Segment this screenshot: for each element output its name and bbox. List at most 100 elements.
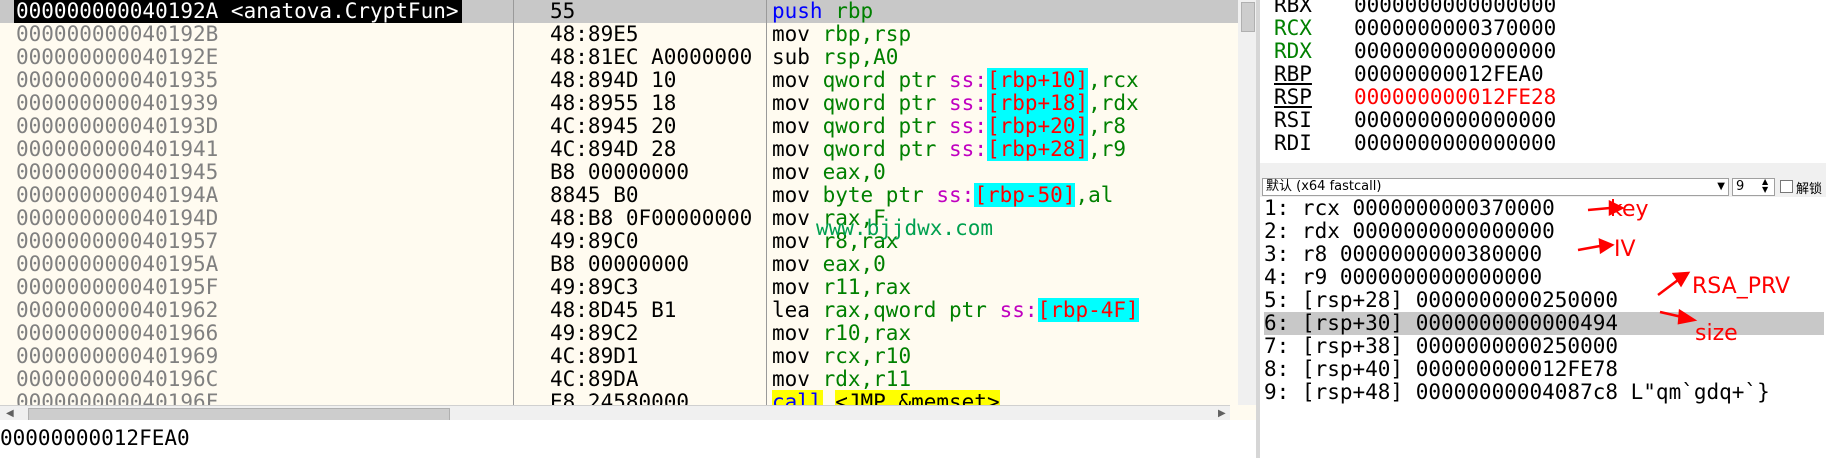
instruction-bytes: B8 00000000 [550,253,690,276]
chevron-down-icon[interactable]: ▼ [1717,179,1725,195]
arguments-panel[interactable]: 1: rcx 0000000000370000 2: rdx 0000000000… [1260,197,1826,458]
argument-row[interactable]: 1: rcx 0000000000370000 [1264,197,1824,220]
disasm-row[interactable]: 000000000040196C 4C:89DA mov rdx,r11 [0,368,1240,391]
calling-convention-select[interactable]: 默认 (x64 fastcall) ▼ [1262,178,1729,196]
operand-suffix: ,al [1075,183,1114,207]
argument-row[interactable]: 2: rdx 0000000000000000 [1264,220,1824,243]
instruction-bytes: 48:894D 10 [550,69,677,92]
column-divider [766,0,767,405]
instruction-bytes: 49:89C0 [550,230,639,253]
scroll-thumb[interactable] [1241,2,1255,32]
disasm-vertical-scrollbar[interactable] [1238,0,1256,405]
arg-count-spinner[interactable]: ▲ ▼ [1762,178,1774,194]
argument-row[interactable]: 8: [rsp+40] 000000000012FE78 [1264,358,1824,381]
instruction-address: 000000000040192E [16,45,219,69]
scroll-left-icon[interactable]: ◀ [6,408,14,419]
mnemonic: mov [772,91,810,115]
instruction-address: 0000000000401966 [16,321,219,345]
memory-operand: [rbp+10] [986,68,1089,92]
disasm-row[interactable]: 000000000040192B 48:89E5 mov rbp,rsp [0,23,1240,46]
mnemonic: mov [772,367,810,391]
watermark-text: www.bjjdwx.com [816,216,994,240]
disasm-row[interactable]: 0000000000401939 48:8955 18 mov qword ptr … [0,91,1240,115]
calling-convention-bar: 默认 (x64 fastcall) ▼ 9 ▲ ▼ 解锁 [1260,177,1826,197]
register-name: RBP [1274,62,1312,86]
register-row[interactable]: RSI 0000000000000000 [1274,109,1556,132]
instruction-address: 0000000000401969 [16,344,219,368]
registers-scrollbar[interactable] [1260,163,1826,178]
instruction-bytes: 48:81EC A0000000 [550,46,753,69]
scroll-right-icon[interactable]: ▶ [1218,408,1226,419]
instruction-address: 000000000040194A [16,183,219,207]
mnemonic: mov [772,183,810,207]
disasm-row[interactable]: 000000000040193D 4C:8945 20 mov qword ptr … [0,114,1240,138]
instruction-address: 000000000040192B [16,22,219,46]
register-row[interactable]: RDX 0000000000000000 [1274,40,1556,63]
instruction-text: push rbp [772,0,873,23]
segment: ss: [949,68,987,92]
disasm-row[interactable]: 0000000000401941 4C:894D 28 mov qword ptr … [0,137,1240,161]
argument-row[interactable]: 6: [rsp+30] 0000000000000494 [1264,312,1824,335]
register-value: 0000000000000000 [1354,39,1557,63]
segment: ss: [949,91,987,115]
disasm-row[interactable]: 000000000040192E 48:81EC A0000000 sub rsp,… [0,46,1240,69]
unlock-label: 解锁 [1796,182,1823,197]
argument-row[interactable]: 7: [rsp+38] 0000000000250000 [1264,335,1824,358]
unlock-checkbox[interactable] [1780,180,1793,193]
instruction-bytes: 48:8955 18 [550,92,677,115]
disasm-row[interactable]: 0000000000401966 49:89C2 mov r10,rax [0,322,1240,345]
instruction-text: mov qword ptr ss:[rbp+10],rcx [772,68,1139,92]
instruction-text: mov r11,rax [772,276,911,299]
disasm-row[interactable]: 0000000000401935 48:894D 10 mov qword ptr … [0,68,1240,92]
scroll-thumb[interactable] [28,408,450,420]
disasm-row[interactable]: 0000000000401957 49:89C0 mov r8,rax [0,230,1240,253]
mnemonic: mov [772,275,810,299]
instruction-bytes: 48:B8 0F00000000 [550,207,753,230]
mnemonic: mov [772,252,810,276]
argument-row[interactable]: 9: [rsp+48] 00000000004087c8 L"qm`gdq+`} [1264,381,1824,404]
column-divider [513,0,514,405]
disasm-row[interactable]: 000000000040194D 48:B8 0F00000000 mov rax,… [0,207,1240,230]
register-name: RBX [1274,0,1312,17]
mnemonic: lea [772,298,810,322]
disasm-row[interactable]: 000000000040192A <anatova.CryptFun> 55 pus… [0,0,1240,23]
instruction-address: 000000000040192A <anatova.CryptFun> [14,0,462,23]
register-row[interactable]: RCX 0000000000370000 [1274,17,1556,40]
instruction-bytes: B8 00000000 [550,161,690,184]
mnemonic: mov [772,344,810,368]
register-row[interactable]: RDI 0000000000000000 [1274,132,1556,155]
instruction-text: mov eax,0 [772,253,886,276]
registers-panel[interactable]: RBX 0000000000000000 RCX 0000000000370000 RD… [1260,0,1826,163]
operand-prefix: byte ptr [822,183,937,207]
spin-down-icon[interactable]: ▼ [1762,186,1774,194]
mnemonic: mov [772,22,810,46]
disasm-row[interactable]: 0000000000401945 B8 00000000 mov eax,0 [0,161,1240,184]
instruction-address: 0000000000401962 [16,298,219,322]
instruction-text: mov qword ptr ss:[rbp+28],r9 [772,137,1126,161]
disasm-row[interactable]: 0000000000401962 48:8D45 B1 lea rax,qword … [0,298,1240,322]
disasm-horizontal-scrollbar[interactable]: ◀ ▶ [0,405,1230,420]
disasm-row[interactable]: 000000000040195A B8 00000000 mov eax,0 [0,253,1240,276]
mnemonic: mov [772,206,810,230]
register-name: RCX [1274,16,1312,40]
argument-row[interactable]: 3: r8 0000000000380000 [1264,243,1824,266]
instruction-address: 0000000000401935 [16,68,219,92]
disasm-row[interactable]: 0000000000401969 4C:89D1 mov rcx,r10 [0,345,1240,368]
register-row[interactable]: RSP 000000000012FE28 [1274,86,1556,109]
disassembly-panel[interactable]: 000000000040192A <anatova.CryptFun> 55 pus… [0,0,1256,420]
mnemonic: mov [772,229,810,253]
operands: eax,0 [822,160,886,184]
instruction-text: lea rax,qword ptr ss:[rbp-4F] [772,298,1139,322]
instruction-text: mov rcx,r10 [772,345,911,368]
disasm-row[interactable]: 000000000040195F 49:89C3 mov r11,rax [0,276,1240,299]
segment: ss: [949,114,987,138]
operands: r11,rax [822,275,912,299]
register-value: 0000000000000000 [1354,108,1557,132]
status-address: 00000000012FEA0 [0,426,190,450]
operands: rbp,rsp [822,22,912,46]
register-row[interactable]: RBX 0000000000000000 [1274,0,1556,17]
segment: ss: [999,298,1038,322]
register-name: RDX [1274,39,1312,63]
register-row[interactable]: RBP 00000000012FEA0 [1274,63,1544,86]
disasm-row[interactable]: 000000000040194A 8845 B0 mov byte ptr ss:[… [0,183,1240,207]
